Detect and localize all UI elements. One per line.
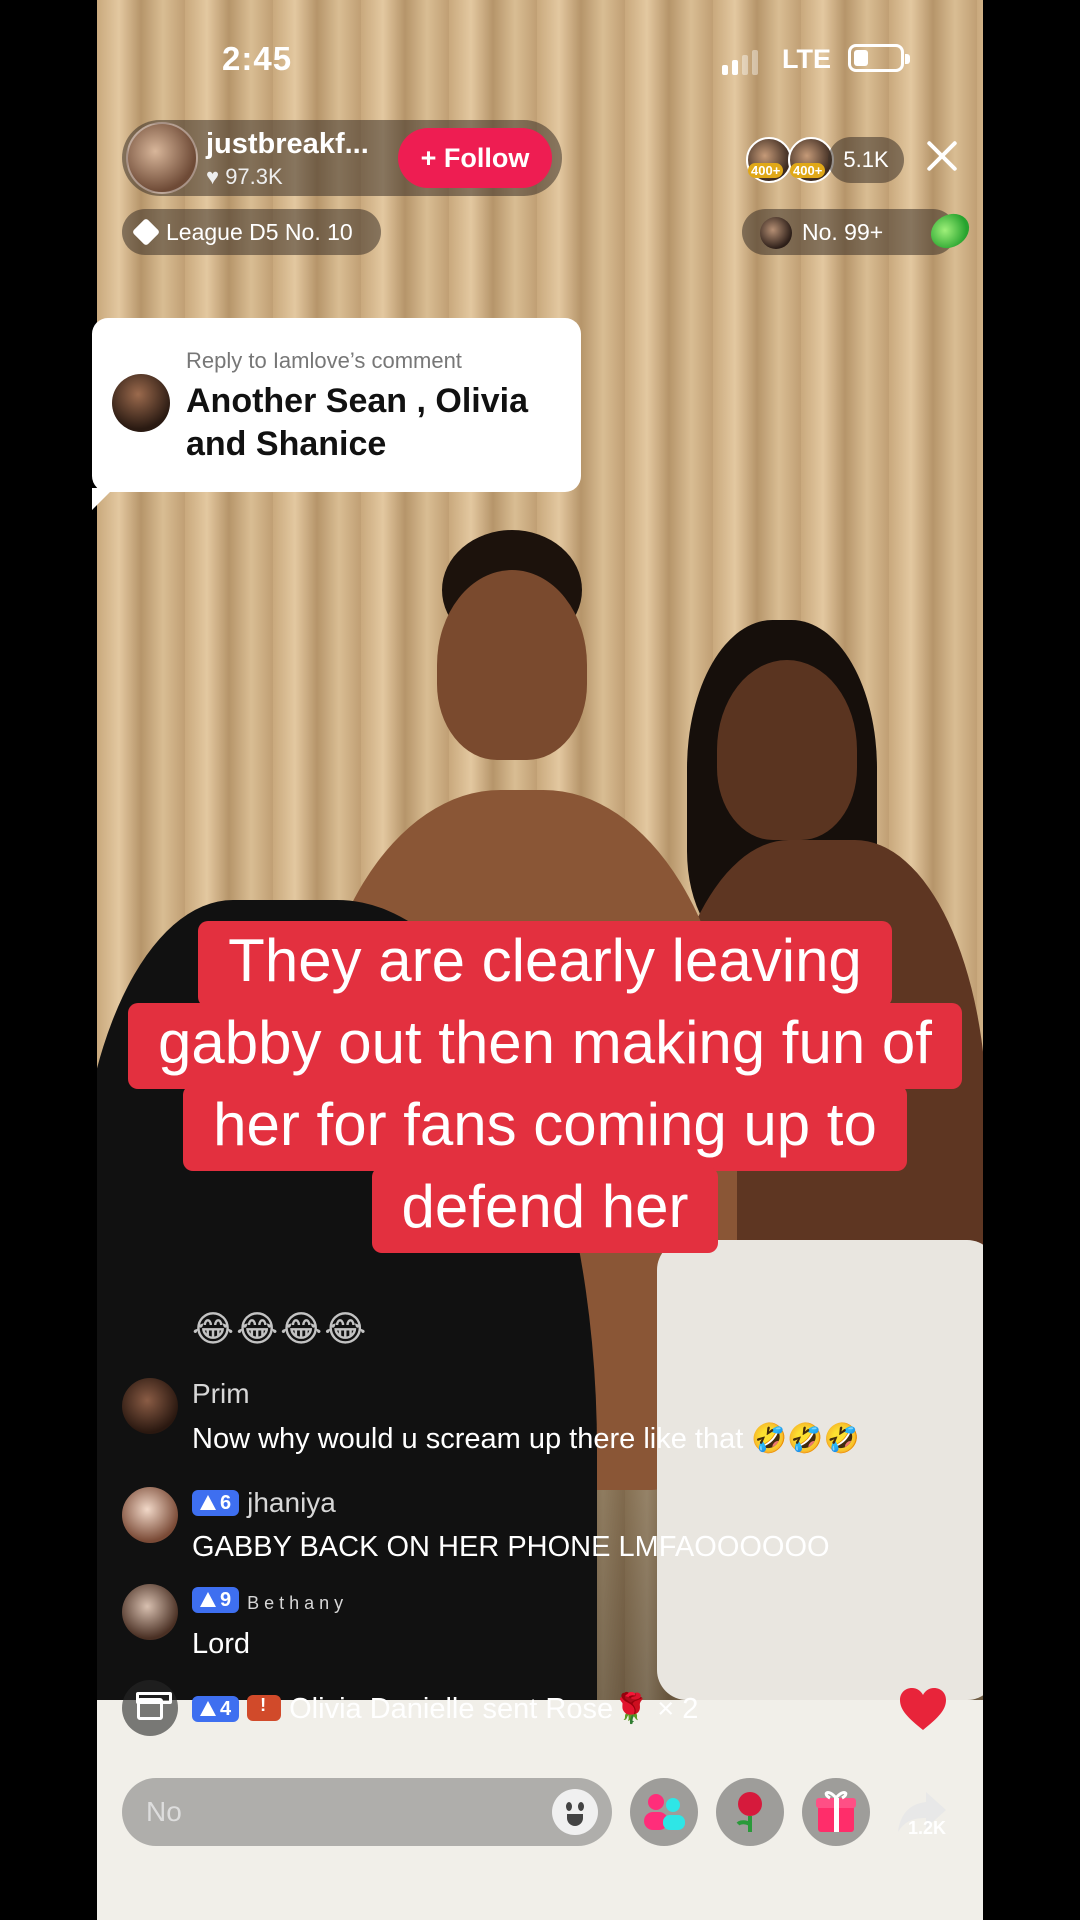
top-viewer-badge: 400+ <box>748 163 784 178</box>
gift-sender[interactable]: Olivia Danielle <box>289 1693 474 1725</box>
share-count: 1.2K <box>908 1818 947 1838</box>
rose-gift-button[interactable] <box>716 1778 784 1846</box>
comment-text: Lord <box>192 1628 251 1660</box>
heart-small-icon: ♥ <box>206 164 220 189</box>
rank-badge[interactable]: No. 99+ <box>742 207 976 255</box>
level-badge: 9 <box>192 1587 240 1613</box>
league-label: League D5 No. 10 <box>166 219 353 245</box>
avatar[interactable] <box>122 1378 178 1434</box>
battery-icon <box>848 44 910 72</box>
gift-box-icon <box>816 1791 856 1832</box>
avatar[interactable] <box>122 1584 178 1640</box>
comment-username[interactable]: Prim <box>192 1378 250 1410</box>
level-badge: 6 <box>192 1490 240 1516</box>
host-likes: ♥ 97.3K <box>206 164 283 190</box>
comment-emoji-row: 😂😂😂😂 <box>192 1308 369 1349</box>
level-badge: 4 <box>192 1696 240 1722</box>
viewer-count[interactable]: 5.1K <box>828 137 904 183</box>
caption-line: her for fans coming up to <box>183 1085 907 1171</box>
caption-line: They are clearly leaving <box>198 921 892 1007</box>
gift-event-text: 4 Olivia Danielle sent Rose🌹 × 2 <box>192 1692 698 1726</box>
follow-button[interactable]: + Follow <box>398 128 552 188</box>
rose-icon <box>736 1792 762 1832</box>
gift-button[interactable] <box>802 1778 870 1846</box>
person-center-face <box>437 570 587 760</box>
close-icon[interactable] <box>922 136 962 176</box>
comment-text: Now why would u scream up there like tha… <box>192 1423 860 1455</box>
reply-label: Reply to Iamlove’s comment <box>186 348 462 373</box>
network-label: LTE <box>782 44 831 74</box>
avatar[interactable] <box>122 1487 178 1543</box>
signal-icon <box>722 50 762 75</box>
gift-count: × 2 <box>657 1693 699 1725</box>
caption-line: defend her <box>371 1167 719 1253</box>
top-viewer-badge: 400+ <box>790 163 826 178</box>
gift-panel-button[interactable] <box>122 1680 178 1736</box>
comment-username-row[interactable]: 9 Bethany <box>192 1584 348 1616</box>
multi-guest-button[interactable] <box>630 1778 698 1846</box>
gift-icon <box>136 1692 172 1720</box>
host-name: justbreakf... <box>206 128 369 160</box>
emoji-icon[interactable] <box>552 1789 598 1835</box>
comment-username[interactable]: Bethany <box>247 1593 348 1613</box>
comment-username[interactable]: jhaniya <box>247 1487 336 1518</box>
rank-avatar <box>760 217 792 249</box>
host-likes-count: 97.3K <box>225 164 283 189</box>
reply-comment-text: Another Sean , Olivia and Shanice <box>186 382 528 463</box>
caption-line: gabby out then making fun of <box>128 1003 962 1089</box>
person-right-face <box>717 660 857 840</box>
caption-overlay: They are clearly leaving gabby out then … <box>60 921 1030 1253</box>
league-badge[interactable]: League D5 No. 10 <box>122 209 381 255</box>
host-avatar[interactable] <box>126 122 198 194</box>
heart-icon[interactable] <box>898 1686 948 1732</box>
comment-input[interactable]: No <box>122 1778 612 1846</box>
sofa <box>657 1240 983 1700</box>
rank-label: No. 99+ <box>802 219 884 245</box>
status-bar: 2:45 LTE <box>0 40 1080 80</box>
comment-username-row[interactable]: 6 jhaniya <box>192 1487 336 1519</box>
status-time: 2:45 <box>222 40 293 77</box>
comment-text: GABBY BACK ON HER PHONE LMFAOOOOOO <box>192 1531 830 1563</box>
gift-action: sent Rose🌹 <box>482 1693 650 1725</box>
reply-sticker: Reply to Iamlove’s comment Another Sean … <box>92 318 581 510</box>
reply-avatar <box>112 374 170 432</box>
diamond-icon <box>131 217 161 247</box>
fan-club-badge <box>247 1695 282 1721</box>
multi-guest-icon <box>644 1794 685 1830</box>
